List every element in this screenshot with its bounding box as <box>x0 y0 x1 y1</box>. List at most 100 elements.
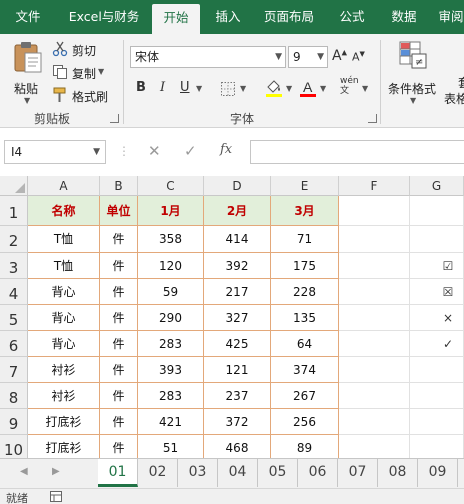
font-size-combo[interactable]: 9 ▼ <box>288 46 328 68</box>
underline-dropdown-icon[interactable]: ▼ <box>196 84 202 93</box>
cell-f8[interactable] <box>339 383 410 409</box>
font-name-dropdown-icon[interactable]: ▼ <box>275 47 282 67</box>
cell-d2[interactable]: 414 <box>204 226 271 253</box>
cell-f10[interactable] <box>339 435 410 458</box>
table-format-label[interactable]: 表格 <box>444 90 464 107</box>
font-name-combo[interactable]: 宋体 ▼ <box>130 46 286 68</box>
copy-dropdown-icon[interactable]: ▼ <box>98 67 104 76</box>
borders-dropdown-icon[interactable]: ▼ <box>240 84 246 93</box>
cell-e7[interactable]: 374 <box>271 357 339 383</box>
tab-formulas[interactable]: 公式 <box>330 0 374 34</box>
cell-a6[interactable]: 背心 <box>28 331 100 357</box>
cell-b6[interactable]: 件 <box>100 331 138 357</box>
format-painter-button[interactable]: 格式刷 <box>52 86 122 106</box>
font-size-dropdown-icon[interactable]: ▼ <box>317 47 324 67</box>
cell-e9[interactable]: 256 <box>271 409 339 435</box>
insert-function-icon[interactable]: fx <box>220 142 232 157</box>
name-box-dropdown-icon[interactable]: ▼ <box>93 141 100 163</box>
paste-dropdown-icon[interactable]: ▼ <box>24 96 30 105</box>
row-header-7[interactable]: 7 <box>0 357 28 383</box>
cell-d4[interactable]: 217 <box>204 279 271 305</box>
cell-d7[interactable]: 121 <box>204 357 271 383</box>
decrease-font-icon[interactable]: A▼ <box>352 50 365 64</box>
cut-button[interactable]: 剪切 <box>52 40 122 60</box>
cell-a2[interactable]: T恤 <box>28 226 100 253</box>
cell-c2[interactable]: 358 <box>138 226 204 253</box>
column-header-e[interactable]: E <box>271 176 339 196</box>
select-all-corner[interactable] <box>0 176 28 196</box>
sheet-nav-prev-icon[interactable]: ◀ <box>20 466 28 477</box>
cell-c10[interactable]: 51 <box>138 435 204 458</box>
cell-e6[interactable]: 64 <box>271 331 339 357</box>
cell-b4[interactable]: 件 <box>100 279 138 305</box>
italic-button[interactable]: I <box>160 80 165 95</box>
cell-c7[interactable]: 393 <box>138 357 204 383</box>
sheet-tab-03[interactable]: 03 <box>178 459 218 487</box>
header-cell[interactable]: 单位 <box>100 196 138 226</box>
increase-font-icon[interactable]: A▲ <box>332 48 347 64</box>
column-header-b[interactable]: B <box>100 176 138 196</box>
cell-f1[interactable] <box>339 196 410 226</box>
cell-g9[interactable] <box>410 409 464 435</box>
cell-b2[interactable]: 件 <box>100 226 138 253</box>
tab-file[interactable]: 文件 <box>6 0 50 34</box>
fill-color-icon[interactable] <box>264 78 284 98</box>
copy-button[interactable]: 复制 ▼ <box>52 63 122 83</box>
column-header-d[interactable]: D <box>204 176 271 196</box>
table-format-label-top[interactable]: 套 <box>458 74 464 91</box>
cell-g7[interactable] <box>410 357 464 383</box>
cell-g8[interactable] <box>410 383 464 409</box>
cell-g10[interactable] <box>410 435 464 458</box>
font-launcher-icon[interactable] <box>368 114 377 123</box>
cell-e2[interactable]: 71 <box>271 226 339 253</box>
cell-b8[interactable]: 件 <box>100 383 138 409</box>
cell-c8[interactable]: 283 <box>138 383 204 409</box>
cell-g2[interactable] <box>410 226 464 253</box>
cell-d10[interactable]: 468 <box>204 435 271 458</box>
cancel-icon[interactable]: ✕ <box>148 142 161 160</box>
row-header-4[interactable]: 4 <box>0 279 28 305</box>
cell-b9[interactable]: 件 <box>100 409 138 435</box>
cell-e3[interactable]: 175 <box>271 253 339 279</box>
cell-f4[interactable] <box>339 279 410 305</box>
sheet-tab-01[interactable]: 01 <box>98 459 138 487</box>
header-cell[interactable]: 1月 <box>138 196 204 226</box>
sheet-tab-02[interactable]: 02 <box>138 459 178 487</box>
column-header-f[interactable]: F <box>339 176 410 196</box>
cell-a8[interactable]: 衬衫 <box>28 383 100 409</box>
cell-d5[interactable]: 327 <box>204 305 271 331</box>
cell-f6[interactable] <box>339 331 410 357</box>
cell-f9[interactable] <box>339 409 410 435</box>
tab-insert[interactable]: 插入 <box>206 0 250 34</box>
font-color-icon[interactable]: A <box>298 78 318 98</box>
cell-d6[interactable]: 425 <box>204 331 271 357</box>
clipboard-launcher-icon[interactable] <box>110 114 119 123</box>
font-color-dropdown-icon[interactable]: ▼ <box>320 84 326 93</box>
phonetic-dropdown-icon[interactable]: ▼ <box>362 84 368 93</box>
cell-e5[interactable]: 135 <box>271 305 339 331</box>
cell-c3[interactable]: 120 <box>138 253 204 279</box>
row-header-10[interactable]: 10 <box>0 435 28 458</box>
sheet-tab-08[interactable]: 08 <box>378 459 418 487</box>
cell-f3[interactable] <box>339 253 410 279</box>
cell-c5[interactable]: 290 <box>138 305 204 331</box>
header-cell[interactable]: 名称 <box>28 196 100 226</box>
header-cell[interactable]: 2月 <box>204 196 271 226</box>
paste-button[interactable]: 粘贴 ▼ <box>10 40 46 105</box>
cell-a3[interactable]: T恤 <box>28 253 100 279</box>
sheet-tab-09[interactable]: 09 <box>418 459 458 487</box>
macro-record-icon[interactable] <box>50 491 62 502</box>
borders-icon[interactable] <box>220 81 236 97</box>
sheet-tab-06[interactable]: 06 <box>298 459 338 487</box>
conditional-format-button[interactable]: ≠ 条件格式 ▼ <box>386 40 440 110</box>
row-header-5[interactable]: 5 <box>0 305 28 331</box>
name-box[interactable]: I4 ▼ <box>4 140 106 164</box>
column-header-g[interactable]: G <box>410 176 464 196</box>
confirm-icon[interactable]: ✓ <box>184 142 197 160</box>
column-header-a[interactable]: A <box>28 176 100 196</box>
cell-f5[interactable] <box>339 305 410 331</box>
cell-b7[interactable]: 件 <box>100 357 138 383</box>
cell-f2[interactable] <box>339 226 410 253</box>
cell-d3[interactable]: 392 <box>204 253 271 279</box>
row-header-9[interactable]: 9 <box>0 409 28 435</box>
